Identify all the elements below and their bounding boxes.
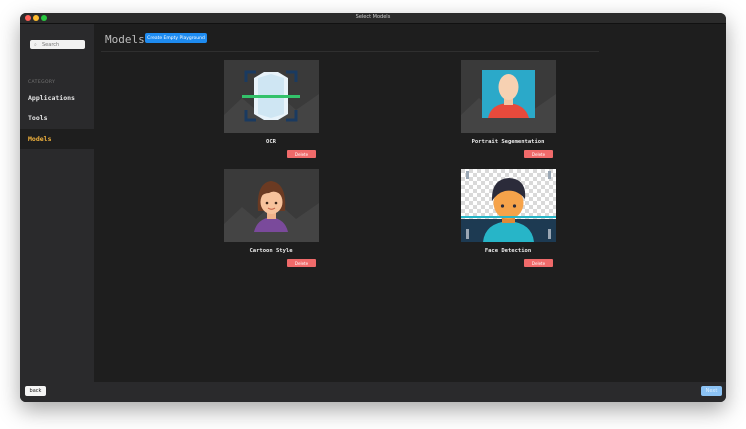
model-card-ocr[interactable]: OCR Delete	[201, 60, 341, 165]
ocr-thumbnail[interactable]	[224, 60, 319, 133]
ocr-scan-icon	[224, 60, 319, 133]
delete-button[interactable]: Delete	[287, 150, 316, 158]
sidebar-item-models[interactable]: Models	[20, 129, 94, 149]
create-empty-playground-button[interactable]: Create Empty Playground	[145, 33, 207, 43]
portrait-segmentation-thumbnail[interactable]	[461, 60, 556, 133]
face-detection-thumbnail[interactable]	[461, 169, 556, 242]
app-window: Select Models ⌕ CATEGORY Applications To…	[20, 13, 726, 402]
model-name: Cartoon Style	[249, 248, 293, 254]
bottom-bar: back Next	[20, 382, 726, 402]
main-content: Models Create Empty Playground OCR Delet…	[94, 24, 726, 382]
page-title: Models	[105, 33, 145, 46]
sidebar-item-tools[interactable]: Tools	[20, 108, 94, 128]
model-name: OCR	[266, 139, 276, 145]
delete-button[interactable]: Delete	[524, 150, 553, 158]
search-icon: ⌕	[34, 42, 37, 48]
sidebar: ⌕ CATEGORY Applications Tools Models	[20, 24, 94, 394]
window-title: Select Models	[355, 14, 391, 20]
search-input[interactable]	[30, 40, 85, 49]
model-card-cartoon-style[interactable]: Cartoon Style Delete	[201, 169, 341, 274]
model-name: Face Detection	[484, 248, 532, 254]
cartoon-style-thumbnail[interactable]	[224, 169, 319, 242]
delete-button[interactable]: Delete	[287, 259, 316, 267]
next-button[interactable]: Next	[701, 386, 722, 396]
portrait-segmentation-icon	[461, 60, 556, 133]
face-detection-icon	[461, 169, 556, 242]
model-name: Portrait Segementation	[471, 139, 545, 145]
model-card-portrait-segementation[interactable]: Portrait Segementation Delete	[438, 60, 578, 165]
back-button[interactable]: back	[25, 386, 46, 396]
delete-button[interactable]: Delete	[524, 259, 553, 267]
title-bar: Select Models	[20, 13, 726, 24]
header-divider	[101, 51, 599, 52]
model-card-face-detection[interactable]: Face Detection Delete	[438, 169, 578, 274]
cartoon-style-icon	[224, 169, 319, 242]
sidebar-item-applications[interactable]: Applications	[20, 88, 94, 108]
category-label: CATEGORY	[28, 80, 56, 85]
